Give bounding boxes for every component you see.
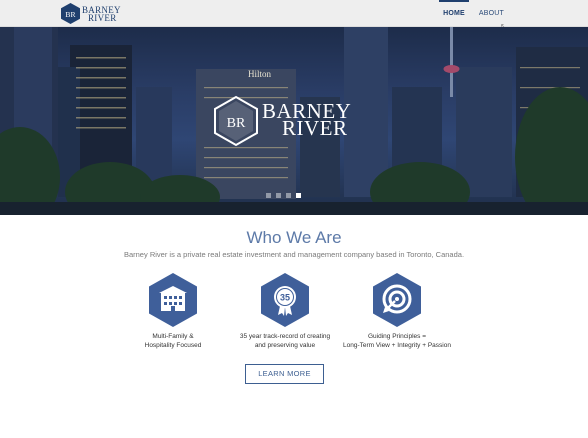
building-icon [149,273,197,327]
hilton-sign: Hilton [248,69,272,79]
slider-dots [266,193,306,198]
logo-text: BARNEY RIVER [82,5,121,23]
main-nav: HOME ABOUT [437,0,588,27]
logo-hex-icon: BR [61,3,80,24]
nav-home[interactable]: HOME [437,0,471,27]
logo[interactable]: BR BARNEY RIVER [61,3,121,24]
badge-35-icon: 35 [261,273,309,327]
svg-text:BR: BR [227,116,246,131]
hero-brand: BARNEY RIVER [262,101,351,140]
feature-line2: Long-Term View + Integrity + Passion [343,342,451,349]
badge-number: 35 [280,293,290,303]
feature-principles: Guiding Principles = Long-Term View + In… [322,273,472,350]
slider-dot-1[interactable] [266,193,271,198]
learn-more-button[interactable]: LEARN MORE [245,364,324,384]
hero-brand-line2: RIVER [282,116,348,140]
svg-text:BR: BR [65,10,76,19]
logo-line2: RIVER [88,12,117,23]
feature-label: Guiding Principles = Long-Term View + In… [322,332,472,350]
slider-dot-2[interactable] [276,193,281,198]
site-header: BR BARNEY RIVER HOME ABOUT ↖ [0,0,588,31]
feature-line1: Guiding Principles = [368,333,426,340]
section-subtitle: Barney River is a private real estate in… [123,250,465,259]
slider-dot-4[interactable] [296,193,301,198]
slider-dot-3[interactable] [286,193,291,198]
hero-slider[interactable]: BR Hilton BARNEY RIVER [0,27,588,215]
section-title: Who We Are [246,228,342,247]
target-icon [373,273,421,327]
